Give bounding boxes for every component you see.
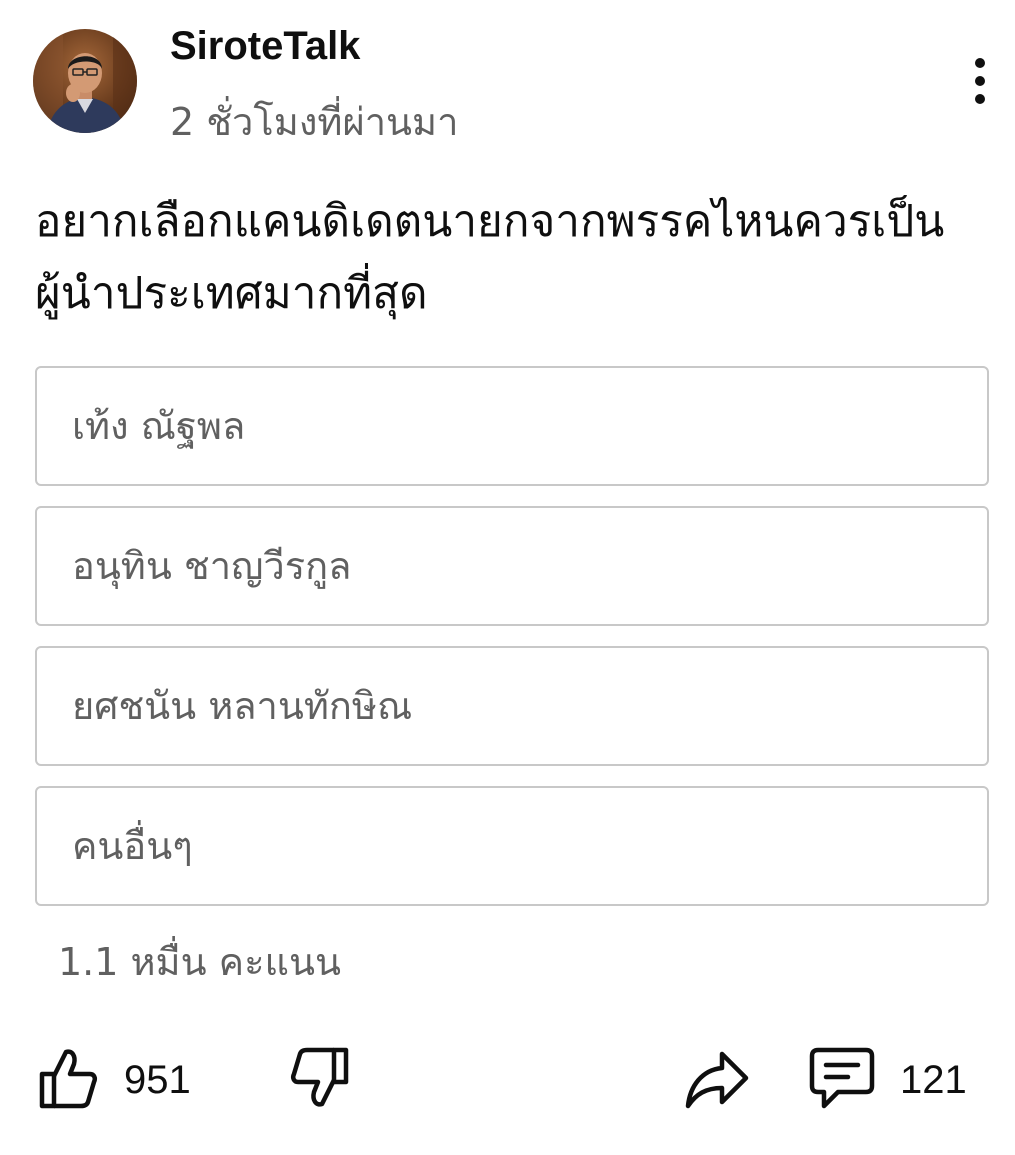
poll-option-label: อนุทิน ชาญวีรกูล: [72, 544, 352, 588]
poll-question: อยากเลือกแคนดิเดตนายกจากพรรคไหนควรเป็นผู…: [35, 196, 945, 319]
thumbs-up-icon: [39, 1049, 98, 1109]
channel-avatar[interactable]: [33, 29, 137, 133]
poll-option-label: เท้ง ณัฐพล: [72, 404, 246, 448]
poll-option-label: ยศชนัน หลานทักษิณ: [72, 684, 413, 728]
comment-count: 121: [900, 1058, 967, 1102]
share-icon: [685, 1051, 749, 1109]
poll-option-3[interactable]: ยศชนัน หลานทักษิณ: [35, 646, 989, 766]
comment-button[interactable]: [808, 1046, 876, 1112]
avatar-image: [33, 29, 137, 133]
channel-name[interactable]: SiroteTalk: [170, 20, 360, 72]
thumbs-down-icon: [290, 1047, 349, 1107]
dislike-button[interactable]: [288, 1044, 352, 1112]
poll-option-1[interactable]: เท้ง ณัฐพล: [35, 366, 989, 486]
share-button[interactable]: [684, 1048, 750, 1110]
like-button[interactable]: [36, 1044, 100, 1112]
poll-option-label: คนอื่นๆ: [72, 824, 193, 868]
poll-option-4[interactable]: คนอื่นๆ: [35, 786, 989, 906]
comment-icon: [809, 1047, 875, 1109]
post-time: 2 ชั่วโมงที่ผ่านมา: [170, 100, 459, 144]
more-options-button[interactable]: [958, 50, 1002, 114]
vertical-ellipsis-icon: [975, 58, 985, 104]
like-count: 951: [124, 1058, 191, 1102]
poll-vote-count: 1.1 หมื่น คะแนน: [58, 940, 341, 984]
poll-option-2[interactable]: อนุทิน ชาญวีรกูล: [35, 506, 989, 626]
